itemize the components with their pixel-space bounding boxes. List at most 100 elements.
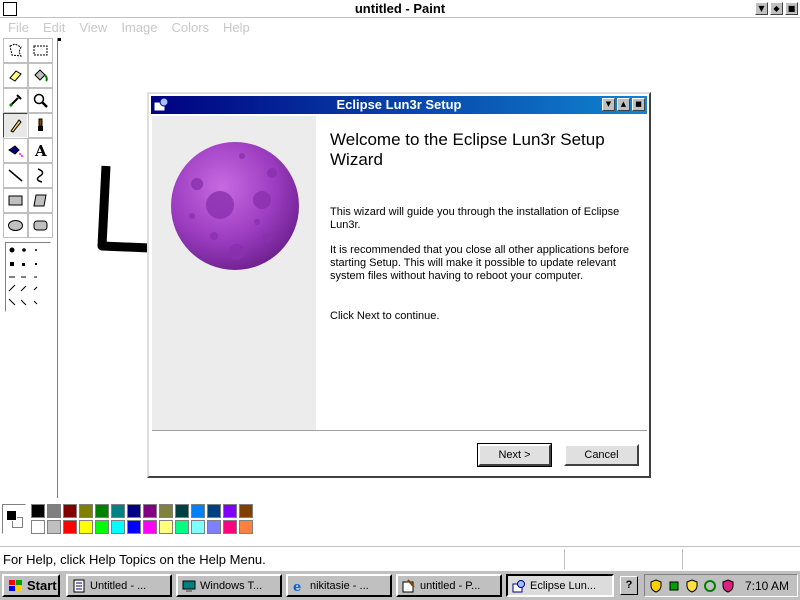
task-untitled[interactable]: Untitled - ... [66, 574, 172, 597]
status-text: For Help, click Help Topics on the Help … [3, 552, 266, 567]
palette-swatch[interactable] [63, 504, 77, 518]
dialog-title: Eclipse Lun3r Setup [336, 97, 462, 112]
palette-swatch[interactable] [47, 504, 61, 518]
rounded-rect-icon[interactable] [28, 213, 53, 238]
moon-logo [171, 142, 299, 270]
windows-logo-icon [9, 579, 22, 591]
dialog-close-button[interactable]: ■ [632, 98, 645, 111]
menu-colors[interactable]: Colors [171, 18, 209, 38]
paint-window-controls: ▼ ◆ ■ [755, 2, 798, 15]
palette-swatch[interactable] [127, 504, 141, 518]
antivirus-icon[interactable] [721, 578, 735, 593]
foreground-color[interactable] [6, 510, 17, 521]
palette-swatch[interactable] [127, 520, 141, 534]
minimize-button[interactable]: ▼ [755, 2, 768, 15]
tool-options-panel[interactable] [5, 242, 51, 312]
palette-swatch[interactable] [191, 504, 205, 518]
recycle-icon[interactable] [703, 579, 717, 593]
status-cell [564, 549, 682, 569]
free-select-icon[interactable] [3, 38, 28, 63]
clock: 7:10 AM [744, 578, 789, 593]
security-shield-icon[interactable] [685, 578, 699, 593]
restore-button[interactable]: ◆ [770, 2, 783, 15]
help-button[interactable]: ? [620, 576, 638, 595]
shield-icon[interactable] [649, 578, 663, 593]
dialog-title-bar[interactable]: Eclipse Lun3r Setup ▼ ▲ ■ [151, 96, 647, 114]
palette-swatch[interactable] [223, 520, 237, 534]
polygon-icon[interactable] [28, 188, 53, 213]
palette-swatch[interactable] [191, 520, 205, 534]
palette-swatch[interactable] [95, 504, 109, 518]
dialog-window-controls: ▼ ▲ ■ [602, 98, 645, 111]
magnifier-icon[interactable] [28, 88, 53, 113]
palette-swatch[interactable] [175, 504, 189, 518]
fill-icon[interactable] [28, 63, 53, 88]
palette-swatch[interactable] [79, 520, 93, 534]
eraser-icon[interactable] [3, 63, 28, 88]
palette-swatch[interactable] [31, 504, 45, 518]
palette-swatch[interactable] [159, 504, 173, 518]
system-tray: 7:10 AM [644, 574, 798, 597]
text-icon[interactable]: A [28, 138, 53, 163]
task-nikitasie[interactable]: e nikitasie - ... [286, 574, 392, 597]
close-button[interactable]: ■ [785, 2, 798, 15]
paint-title-bar: untitled - Paint ▼ ◆ ■ [0, 0, 800, 18]
menu-view[interactable]: View [79, 18, 107, 38]
task-label: Eclipse Lun... [530, 579, 597, 592]
airbrush-icon[interactable] [3, 138, 28, 163]
color-palette [0, 500, 800, 542]
palette-swatch[interactable] [111, 520, 125, 534]
wizard-continue-text: Click Next to continue. [330, 310, 440, 322]
rect-select-icon[interactable] [28, 38, 53, 63]
palette-swatch[interactable] [143, 520, 157, 534]
notepad-icon [73, 579, 85, 592]
wizard-intro-text: This wizard will guide you through the i… [330, 206, 620, 231]
wizard-content: Welcome to the Eclipse Lun3r Setup Wizar… [316, 116, 647, 430]
palette-swatch[interactable] [47, 520, 61, 534]
menu-image[interactable]: Image [121, 18, 157, 38]
menu-help[interactable]: Help [223, 18, 250, 38]
paint-toolbox: A [2, 38, 56, 498]
task-eclipse-setup[interactable]: Eclipse Lun... [506, 574, 614, 597]
setup-dialog: Eclipse Lun3r Setup ▼ ▲ ■ Welcome to the… [147, 92, 651, 478]
start-button[interactable]: Start [2, 574, 60, 597]
palette-swatch[interactable] [159, 520, 173, 534]
ellipse-icon[interactable] [3, 213, 28, 238]
next-button[interactable]: Next > [477, 443, 552, 467]
palette-swatch[interactable] [143, 504, 157, 518]
palette-swatch[interactable] [95, 520, 109, 534]
palette-swatch[interactable] [223, 504, 237, 518]
task-label: Untitled - ... [90, 579, 147, 592]
setup-icon [512, 579, 525, 592]
network-icon[interactable] [667, 579, 681, 593]
task-label: Windows T... [200, 579, 263, 592]
palette-swatch[interactable] [207, 520, 221, 534]
svg-text:A: A [34, 142, 47, 159]
svg-text:e: e [293, 580, 301, 593]
palette-swatch[interactable] [239, 504, 253, 518]
menu-edit[interactable]: Edit [43, 18, 65, 38]
palette-swatch[interactable] [79, 504, 93, 518]
rectangle-icon[interactable] [3, 188, 28, 213]
dialog-minimize-button[interactable]: ▼ [602, 98, 615, 111]
palette-swatch[interactable] [239, 520, 253, 534]
line-icon[interactable] [3, 163, 28, 188]
palette-swatch[interactable] [63, 520, 77, 534]
menu-file[interactable]: File [8, 18, 29, 38]
task-paint[interactable]: untitled - P... [396, 574, 502, 597]
cancel-button[interactable]: Cancel [564, 444, 639, 466]
color-picker-icon[interactable] [3, 88, 28, 113]
curve-icon[interactable] [28, 163, 53, 188]
taskbar: Start Untitled - ... Windows T... e niki… [0, 570, 800, 600]
palette-swatch[interactable] [111, 504, 125, 518]
brush-icon[interactable] [28, 113, 53, 138]
task-windows[interactable]: Windows T... [176, 574, 282, 597]
palette-swatch[interactable] [207, 504, 221, 518]
dialog-maximize-button[interactable]: ▲ [617, 98, 630, 111]
palette-swatch[interactable] [31, 520, 45, 534]
palette-swatch[interactable] [175, 520, 189, 534]
computer-icon [182, 580, 196, 592]
status-cell [682, 549, 800, 569]
pencil-icon[interactable] [3, 113, 28, 138]
current-colors [2, 504, 26, 534]
